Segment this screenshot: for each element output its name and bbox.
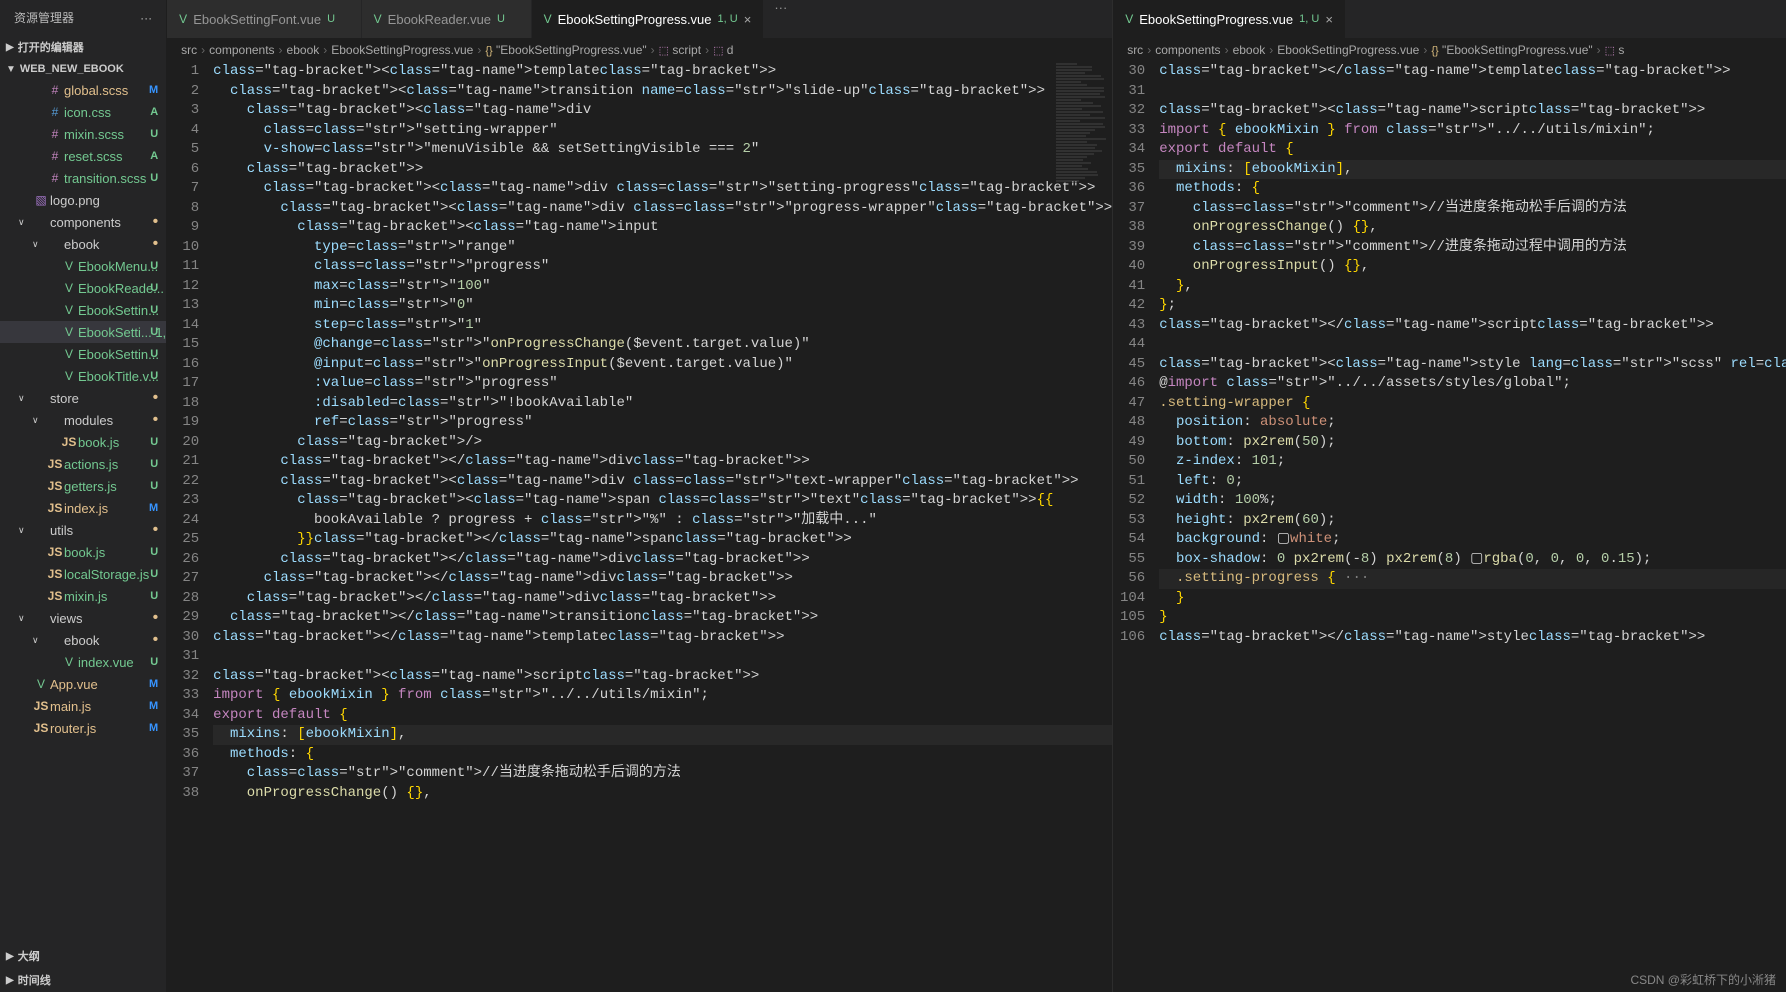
chevron-right-icon: ▶	[6, 42, 14, 53]
breadcrumb-item[interactable]: src	[1127, 43, 1143, 57]
breadcrumb-item[interactable]: ⬚ d	[713, 43, 733, 57]
tree-item[interactable]: ∨ebook•	[0, 233, 166, 255]
tree-item[interactable]: JSactions.jsU	[0, 453, 166, 475]
tree-item[interactable]: ∨ebook•	[0, 629, 166, 651]
section-outline[interactable]: ▶ 大纲	[0, 944, 166, 968]
tree-item[interactable]: VEbookReade...U	[0, 277, 166, 299]
section-timeline[interactable]: ▶ 时间线	[0, 968, 166, 992]
vue-icon: V	[374, 12, 382, 26]
tree-item[interactable]: JSrouter.jsM	[0, 717, 166, 739]
breadcrumb-item[interactable]: ⬚ script	[659, 43, 701, 57]
tree-item[interactable]: #mixin.scssU	[0, 123, 166, 145]
watermark: CSDN @彩虹桥下的小淅猪	[1630, 971, 1776, 988]
tree-item[interactable]: JSbook.jsU	[0, 541, 166, 563]
breadcrumb-item[interactable]: components	[209, 43, 274, 57]
sidebar: 资源管理器 ··· ▶ 打开的编辑器 ▼ WEB_NEW_EBOOK #glob…	[0, 0, 167, 992]
code-left[interactable]: class="tag-bracket"><class="tag-name">te…	[213, 62, 1112, 992]
vue-icon: V	[1125, 12, 1133, 26]
sidebar-title: 资源管理器	[14, 9, 74, 26]
tree-item[interactable]: JSbook.jsU	[0, 431, 166, 453]
tree-item[interactable]: ∨store•	[0, 387, 166, 409]
tree-item[interactable]: #global.scssM	[0, 79, 166, 101]
chevron-down-icon: ▼	[6, 64, 16, 75]
gutter-right: 3031323334353637383940414243444546474849…	[1113, 62, 1159, 992]
breadcrumb-item[interactable]: {} "EbookSettingProgress.vue"	[1431, 43, 1592, 57]
tree-item[interactable]: #reset.scssA	[0, 145, 166, 167]
file-tree[interactable]: #global.scssM#icon.cssA#mixin.scssU#rese…	[0, 79, 166, 944]
breadcrumb-item[interactable]: ebook	[1233, 43, 1266, 57]
tab[interactable]: VEbookSettingFont.vueU×	[167, 0, 361, 38]
chevron-right-icon: ▶	[6, 951, 14, 962]
chevron-right-icon: ▶	[6, 975, 14, 986]
tree-item[interactable]: JSgetters.jsU	[0, 475, 166, 497]
tab[interactable]: VEbookSettingProgress.vue1, U×	[1113, 0, 1346, 38]
breadcrumb-item[interactable]: ⬚ s	[1605, 43, 1625, 57]
tab-overflow-icon[interactable]: ···	[764, 0, 797, 38]
tree-item[interactable]: VEbookSettin...U	[0, 299, 166, 321]
tree-item[interactable]: #transition.scssU	[0, 167, 166, 189]
breadcrumb-item[interactable]: EbookSettingProgress.vue	[1277, 43, 1419, 57]
close-icon[interactable]: ×	[744, 12, 752, 27]
tabs-right: VEbookSettingProgress.vue1, U×	[1113, 0, 1786, 38]
breadcrumb-item[interactable]: src	[181, 43, 197, 57]
tree-item[interactable]: ∨components•	[0, 211, 166, 233]
tree-item[interactable]: ∨views•	[0, 607, 166, 629]
section-project[interactable]: ▼ WEB_NEW_EBOOK	[0, 59, 166, 79]
breadcrumb-right[interactable]: src›components›ebook›EbookSettingProgres…	[1113, 38, 1786, 62]
tree-item[interactable]: VEbookSettin...U	[0, 343, 166, 365]
section-open-editors[interactable]: ▶ 打开的编辑器	[0, 35, 166, 59]
tab[interactable]: VEbookReader.vueU×	[362, 0, 532, 38]
code-editor-left[interactable]: 1234567891011121314151617181920212223242…	[167, 62, 1112, 992]
tree-item[interactable]: JSindex.jsM	[0, 497, 166, 519]
tree-item[interactable]: ∨modules•	[0, 409, 166, 431]
gutter-left: 1234567891011121314151617181920212223242…	[167, 62, 213, 992]
breadcrumb-item[interactable]: EbookSettingProgress.vue	[331, 43, 473, 57]
code-right[interactable]: class="tag-bracket"></class="tag-name">t…	[1159, 62, 1786, 992]
code-editor-right[interactable]: 3031323334353637383940414243444546474849…	[1113, 62, 1786, 992]
tabs-left: VEbookSettingFont.vueU×VEbookReader.vueU…	[167, 0, 1112, 38]
breadcrumb-item[interactable]: {} "EbookSettingProgress.vue"	[485, 43, 646, 57]
editor-pane-left: VEbookSettingFont.vueU×VEbookReader.vueU…	[167, 0, 1113, 992]
editor-area: VEbookSettingFont.vueU×VEbookReader.vueU…	[167, 0, 1786, 992]
tree-item[interactable]: VApp.vueM	[0, 673, 166, 695]
tab[interactable]: VEbookSettingProgress.vue1, U×	[532, 0, 765, 38]
tree-item[interactable]: JSlocalStorage.jsU	[0, 563, 166, 585]
tree-item[interactable]: VEbookMenu...U	[0, 255, 166, 277]
minimap-left[interactable]	[1052, 62, 1112, 183]
sidebar-more-icon[interactable]: ···	[140, 11, 152, 25]
vue-icon: V	[544, 12, 552, 26]
tree-item[interactable]: Vindex.vueU	[0, 651, 166, 673]
vue-icon: V	[179, 12, 187, 26]
tree-item[interactable]: ∨utils•	[0, 519, 166, 541]
tree-item[interactable]: JSmixin.jsU	[0, 585, 166, 607]
tree-item[interactable]: VEbookTitle.v...U	[0, 365, 166, 387]
breadcrumb-item[interactable]: components	[1155, 43, 1220, 57]
breadcrumb-left[interactable]: src›components›ebook›EbookSettingProgres…	[167, 38, 1112, 62]
tree-item[interactable]: ▧logo.png	[0, 189, 166, 211]
tree-item[interactable]: #icon.cssA	[0, 101, 166, 123]
sidebar-header: 资源管理器 ···	[0, 0, 166, 35]
close-icon[interactable]: ×	[1325, 12, 1333, 27]
tree-item[interactable]: JSmain.jsM	[0, 695, 166, 717]
tree-item[interactable]: VEbookSetti... 1,U	[0, 321, 166, 343]
breadcrumb-item[interactable]: ebook	[287, 43, 320, 57]
editor-pane-right: VEbookSettingProgress.vue1, U× src›compo…	[1113, 0, 1786, 992]
